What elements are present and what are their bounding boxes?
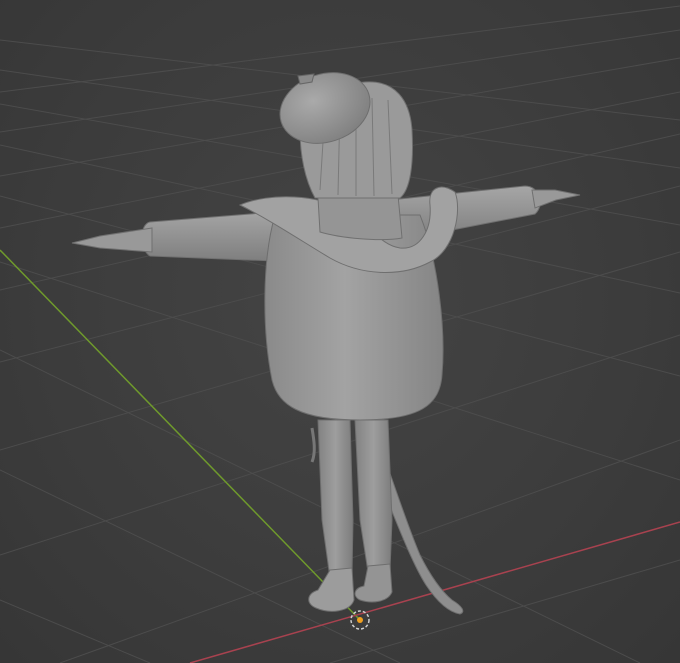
- 3d-viewport[interactable]: [0, 0, 680, 663]
- character-model[interactable]: [71, 61, 581, 615]
- beret-stem: [297, 73, 315, 85]
- left-leg[interactable]: [317, 419, 354, 579]
- right-leg[interactable]: [354, 419, 393, 573]
- left-hand[interactable]: [71, 227, 153, 253]
- right-hand[interactable]: [531, 189, 581, 209]
- right-boot[interactable]: [354, 563, 393, 603]
- grid-line: [0, 599, 151, 663]
- viewport-canvas[interactable]: [0, 0, 680, 663]
- shirt: [317, 194, 403, 241]
- strap: [310, 427, 316, 463]
